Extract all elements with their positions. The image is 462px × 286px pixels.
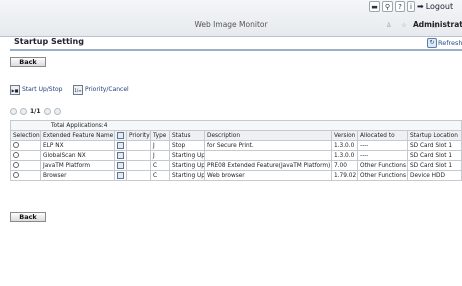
name-cell: Browser	[40, 170, 115, 181]
selection-cell	[10, 150, 41, 161]
priority-icon: 1/≡	[73, 84, 83, 95]
table-header: Selection Extended Feature Name Priority…	[10, 130, 462, 141]
details-icon[interactable]	[117, 142, 124, 149]
back-button-bottom[interactable]: Back	[10, 212, 46, 222]
allocated-cell: ----	[357, 150, 408, 161]
column-header: Status	[169, 130, 205, 141]
column-header: Priority	[126, 130, 151, 141]
user-name: Administrator	[413, 20, 462, 29]
logout-icon: ➡	[417, 2, 424, 11]
select-radio[interactable]	[13, 162, 19, 169]
priority-label: Priority/Cancel	[85, 86, 129, 93]
start-stop-button[interactable]: ▶■ Start Up/Stop	[10, 84, 62, 95]
details-cell	[114, 170, 127, 181]
type-cell: J	[150, 140, 170, 151]
logout-button[interactable]: ➡ Logout	[417, 1, 453, 12]
name-cell: GlobalScan NX	[40, 150, 115, 161]
version-cell: 7.00	[331, 160, 358, 171]
column-header: Description	[204, 130, 332, 141]
last-page-icon[interactable]	[53, 107, 61, 115]
name-cell: ELP NX	[40, 140, 115, 151]
help-icon[interactable]: ?	[395, 1, 405, 12]
total-applications: Total Applications:4	[9, 120, 462, 131]
select-radio[interactable]	[13, 152, 19, 159]
table-row: GlobalScan NX J Starting Up 1.3.0.0 ----…	[10, 150, 462, 161]
refresh-button[interactable]: ↻ Refresh	[427, 38, 462, 48]
description-cell: Web browser	[204, 170, 332, 181]
allocated-cell: Other Functions	[357, 170, 408, 181]
type-cell: C	[150, 160, 170, 171]
allocated-cell: Other Functions	[357, 160, 408, 171]
version-cell: 1.3.0.0	[331, 150, 358, 161]
status-cell: Starting Up	[169, 160, 205, 171]
type-cell: J	[150, 150, 170, 161]
applications-table: Total Applications:4 Selection Extended …	[9, 120, 462, 181]
version-cell: 1.79.02	[331, 170, 358, 181]
column-header: Type	[150, 130, 170, 141]
selection-cell	[10, 170, 41, 181]
column-header	[114, 130, 127, 141]
prev-page-icon[interactable]	[20, 107, 27, 115]
location-cell: SD Card Slot 1	[406, 140, 462, 151]
description-cell	[204, 150, 332, 161]
details-icon[interactable]	[117, 162, 124, 169]
details-icon	[117, 132, 124, 139]
location-cell: SD Card Slot 1	[406, 150, 462, 161]
page-indicator: 1/1	[30, 107, 41, 115]
selection-cell	[10, 160, 41, 171]
column-header: Version	[331, 130, 358, 141]
name-cell: JavaTM Platform	[40, 160, 115, 171]
refresh-icon: ↻	[427, 38, 437, 48]
info-icon[interactable]: i	[407, 1, 415, 12]
selection-cell	[10, 140, 41, 151]
table-row: Browser C Starting Up Web browser 1.79.0…	[10, 170, 462, 181]
priority-cell	[126, 150, 151, 161]
page-title: Startup Setting	[14, 37, 84, 46]
details-icon[interactable]	[117, 152, 124, 159]
back-button-top[interactable]: Back	[10, 57, 46, 67]
details-icon[interactable]	[117, 172, 124, 179]
pager: 1/1	[10, 107, 61, 115]
start-stop-label: Start Up/Stop	[22, 86, 63, 93]
priority-cancel-button[interactable]: 1/≡ Priority/Cancel	[73, 84, 129, 95]
version-cell: 1.3.0.0	[331, 140, 358, 151]
column-header: Extended Feature Name	[40, 130, 115, 141]
keyboard-icon[interactable]: ▬	[369, 1, 380, 12]
status-cell: Stop	[169, 140, 205, 151]
status-cell: Starting Up	[169, 170, 205, 181]
logout-label: Logout	[425, 2, 454, 11]
details-cell	[114, 150, 127, 161]
priority-cell	[126, 160, 151, 171]
status-cell: Starting Up	[169, 150, 205, 161]
location-cell: SD Card Slot 1	[406, 160, 462, 171]
allocated-cell: ----	[357, 140, 408, 151]
table-row: JavaTM Platform C Starting Up PRE08 Exte…	[10, 160, 462, 171]
location-cell: Device HDD	[406, 170, 462, 181]
refresh-label: Refresh	[438, 39, 462, 47]
next-page-icon[interactable]	[43, 107, 51, 115]
description-cell: PRE08 Extended Feature(JavaTM Platform)	[204, 160, 332, 171]
select-radio[interactable]	[13, 172, 19, 179]
priority-cell	[126, 140, 151, 151]
details-cell	[114, 160, 127, 171]
first-page-icon[interactable]	[10, 107, 17, 115]
column-header: Allocated to	[357, 130, 408, 141]
column-header: Selection	[10, 130, 41, 141]
type-cell: C	[150, 170, 170, 181]
description-cell: for Secure Print.	[204, 140, 332, 151]
select-radio[interactable]	[13, 142, 19, 149]
search-icon[interactable]: ⚲	[382, 1, 393, 12]
priority-cell	[126, 170, 151, 181]
table-row: ELP NX J Stop for Secure Print. 1.3.0.0 …	[10, 140, 462, 151]
start-stop-icon: ▶■	[10, 84, 20, 95]
column-header: Startup Location	[406, 130, 462, 141]
details-cell	[114, 140, 127, 151]
